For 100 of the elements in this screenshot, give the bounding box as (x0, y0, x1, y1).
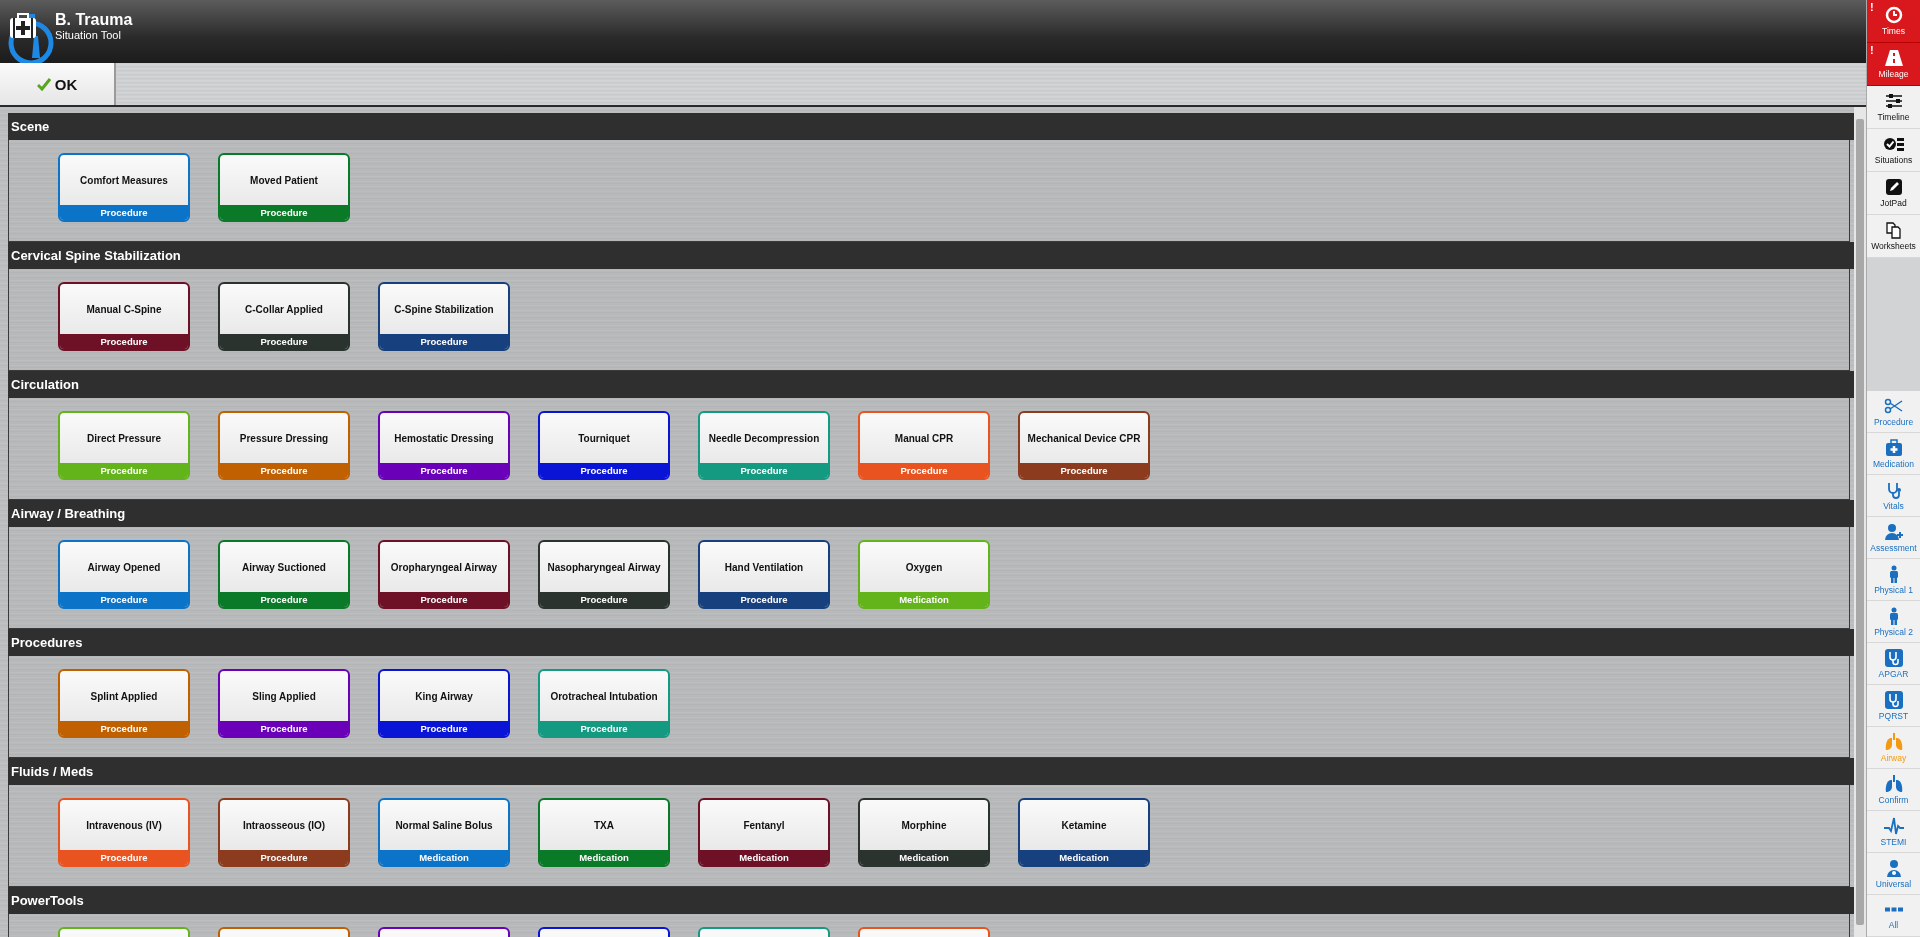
sidebar-item[interactable]: Procedure (1867, 391, 1920, 433)
card-type-label: Procedure (540, 592, 668, 607)
stethoscope-icon (1883, 648, 1904, 667)
card-type-label: Procedure (860, 463, 988, 478)
situation-card[interactable]: Ketamine Medication (1018, 798, 1150, 867)
card-title: Oxygen (904, 560, 944, 575)
situation-card[interactable]: Fentanyl Medication (698, 798, 830, 867)
card-type-label: Procedure (1020, 463, 1148, 478)
card-type-label: Procedure (540, 721, 668, 736)
sidebar-item[interactable]: Medication (1867, 433, 1920, 475)
card-title: Sling Applied (251, 689, 317, 704)
sidebar-item[interactable]: Mileage ! (1867, 43, 1920, 86)
situation-card[interactable]: Comfort Measures Procedure (58, 153, 190, 222)
section-title: PowerTools (10, 893, 84, 908)
clock-icon (1883, 6, 1904, 24)
situation-card[interactable]: Morphine Medication (858, 798, 990, 867)
section-title: Circulation (10, 377, 79, 392)
card-type-label: Procedure (220, 592, 348, 607)
situation-card[interactable]: Tourniquet Procedure (538, 411, 670, 480)
card-type-label: Procedure (380, 334, 508, 349)
card-title: Hemostatic Dressing (393, 431, 495, 446)
card-type-label: Procedure (380, 721, 508, 736)
situation-card[interactable]: Moved Patient Procedure (218, 153, 350, 222)
card-type-label: Medication (380, 850, 508, 865)
situation-card[interactable]: C-Spine Stabilization Procedure (378, 282, 510, 351)
situation-card[interactable]: Hand Ventilation Procedure (698, 540, 830, 609)
card-type-label: Medication (540, 850, 668, 865)
situation-card[interactable]: Manual C-Spine Procedure (58, 282, 190, 351)
situation-card[interactable]: Needle Decompression Procedure (698, 411, 830, 480)
card-title: Orotracheal Intubation (549, 689, 659, 704)
situation-card[interactable]: Hemostatic Dressing Procedure (378, 411, 510, 480)
sidebar-item[interactable]: Timeline (1867, 86, 1920, 129)
situation-card[interactable]: Intravenous (IV) Procedure (58, 798, 190, 867)
situation-card[interactable]: Manual CPR Procedure (858, 411, 990, 480)
card-type-label: Procedure (540, 463, 668, 478)
app-title: B. Trauma (55, 11, 133, 29)
lungs-icon (1883, 732, 1904, 751)
card-title: Mechanical Device CPR (1026, 431, 1142, 446)
card-title: Airway Suctioned (241, 560, 327, 575)
sidebar-item[interactable]: Vitals (1867, 475, 1920, 517)
dots-icon (1883, 907, 1904, 912)
section-title: Cervical Spine Stabilization (10, 248, 181, 263)
situation-card[interactable]: Nasopharyngeal Airway Procedure (538, 540, 670, 609)
sidebar-item[interactable]: Universal (1867, 853, 1920, 895)
situation-card[interactable]: Sling Applied Procedure (218, 669, 350, 738)
ok-button[interactable]: OK (0, 63, 116, 105)
card-title: Morphine (900, 818, 948, 833)
card-title: Intravenous (IV) (85, 818, 163, 833)
card-type-label: Procedure (700, 592, 828, 607)
lungs-icon (1883, 774, 1904, 793)
situation-card[interactable]: Airway Opened Procedure (58, 540, 190, 609)
situation-card[interactable]: Oropharyngeal Airway Procedure (378, 540, 510, 609)
section-title: Fluids / Meds (10, 764, 94, 779)
sidebar-item[interactable]: JotPad (1867, 172, 1920, 215)
card-title: Moved Patient (249, 173, 319, 188)
situation-card[interactable]: Pressure Dressing Procedure (218, 411, 350, 480)
sidebar-item[interactable]: PQRST (1867, 685, 1920, 727)
situation-card[interactable]: Splint Applied Procedure (58, 669, 190, 738)
card-title: Hand Ventilation (723, 560, 805, 575)
card-type-label: Procedure (220, 205, 348, 220)
alert-label: ! (1870, 1, 1874, 13)
section-title: Scene (10, 119, 50, 134)
card-title: Nasopharyngeal Airway (546, 560, 662, 575)
situation-card[interactable]: Orotracheal Intubation Procedure (538, 669, 670, 738)
sidebar-item[interactable]: Physical 2 (1867, 601, 1920, 643)
card-type-label: Procedure (700, 463, 828, 478)
card-type-label: Procedure (220, 721, 348, 736)
situation-card[interactable]: TXA Medication (538, 798, 670, 867)
situation-card[interactable]: Normal Saline Bolus Medication (378, 798, 510, 867)
sidebar-item[interactable]: Confirm (1867, 769, 1920, 811)
sidebar-item[interactable]: STEMI (1867, 811, 1920, 853)
alert-label: ! (1870, 44, 1874, 56)
card-title: Intraosseous (IO) (241, 818, 327, 833)
card-type-label: Procedure (60, 205, 188, 220)
medkit-icon (1883, 438, 1904, 457)
card-title: C-Collar Applied (244, 302, 324, 317)
sidebar-item[interactable]: Times ! (1867, 0, 1920, 43)
situation-card[interactable]: Mechanical Device CPR Procedure (1018, 411, 1150, 480)
checklist-icon (1883, 135, 1904, 153)
card-type-label: Medication (860, 850, 988, 865)
card-type-label: Procedure (60, 592, 188, 607)
sidebar-item[interactable]: All (1867, 895, 1920, 937)
sidebar-item[interactable]: Worksheets (1867, 215, 1920, 258)
card-type-label: Medication (860, 592, 988, 607)
sidebar-item[interactable]: Situations (1867, 129, 1920, 172)
situation-card[interactable]: C-Collar Applied Procedure (218, 282, 350, 351)
sidebar-item[interactable]: APGAR (1867, 643, 1920, 685)
situation-card[interactable]: King Airway Procedure (378, 669, 510, 738)
scrollbar[interactable] (1854, 107, 1866, 937)
situation-card[interactable]: Direct Pressure Procedure (58, 411, 190, 480)
sidebar-item[interactable]: Physical 1 (1867, 559, 1920, 601)
situation-card[interactable]: Oxygen Medication (858, 540, 990, 609)
card-title: Manual C-Spine (85, 302, 163, 317)
card-type-label: Procedure (60, 463, 188, 478)
situation-card[interactable]: Intraosseous (IO) Procedure (218, 798, 350, 867)
situation-card[interactable]: Airway Suctioned Procedure (218, 540, 350, 609)
card-title: C-Spine Stabilization (393, 302, 495, 317)
sidebar-item[interactable]: Assessment (1867, 517, 1920, 559)
pencil-icon (1883, 178, 1904, 196)
card-type-label: Procedure (220, 334, 348, 349)
